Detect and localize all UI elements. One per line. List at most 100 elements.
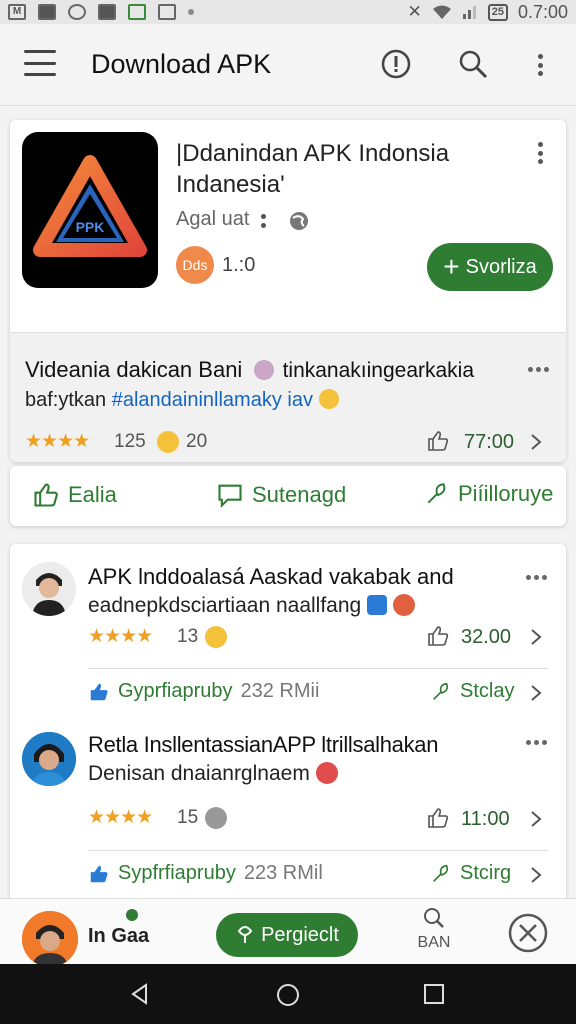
featured-count2: 20 [186, 431, 208, 452]
avatar[interactable] [22, 732, 76, 786]
back-icon[interactable] [128, 982, 152, 1006]
chevron-right-icon[interactable] [530, 628, 542, 646]
divider [88, 850, 548, 851]
overflow-menu-icon[interactable] [537, 54, 543, 76]
install-label: Svorliza [465, 255, 537, 278]
thumbs-up-icon[interactable] [426, 429, 450, 453]
share-icon [433, 682, 449, 700]
signal-icon [462, 6, 476, 19]
featured-title: Videania dakican Bani tinkanakıingearkak… [25, 357, 475, 382]
featured-section: Videania dakican Bani tinkanakıingearkak… [10, 332, 566, 462]
home-icon[interactable] [275, 982, 301, 1008]
review-price: 32.00 [461, 626, 512, 648]
battery-icon: 25 [487, 3, 508, 21]
clock: 0.7:00 [517, 1, 568, 22]
comment-button[interactable]: Sutenagd [216, 481, 346, 509]
review-body: Denisan dnaianrglnaem [88, 762, 338, 786]
share-label: Piíilloruye [458, 481, 554, 506]
avatar[interactable] [22, 562, 76, 616]
location-pin-icon [237, 926, 253, 943]
sub-meta: 232 RMii [240, 680, 320, 702]
action-bar: Ealia Sutenagd Piíilloruye [10, 466, 566, 526]
search-icon [424, 908, 444, 928]
sub-label[interactable]: Gyprfiapruby [118, 680, 233, 703]
app-developer: Agal uat [176, 208, 250, 230]
sub-label[interactable]: Sypfrfiapruby [118, 862, 236, 885]
review-count: 13 [177, 626, 199, 647]
app-card: PPK |Ddanindan APK Indonsia Indanesia' A… [10, 120, 566, 462]
featured-line2: baf:ytkan #alandaininllamaky iav [25, 389, 339, 412]
review-sub-row: Sypfrfiapruby 223 RMil [88, 862, 323, 885]
featured-more-icon[interactable] [528, 367, 549, 372]
globe-icon[interactable] [288, 210, 310, 232]
share-icon [427, 483, 446, 504]
app-bar: Download APK [0, 24, 576, 106]
share-button[interactable]: Piíilloruye [424, 481, 553, 507]
hashtag-link[interactable]: #alandaininllamaky iav [112, 389, 313, 411]
bottom-bar: In Gaa Pergieclt BAN [0, 898, 576, 967]
person-avatar-icon [22, 732, 76, 786]
like-button[interactable]: Ealia [32, 481, 117, 509]
blue-badge-icon [367, 595, 388, 615]
wifi-icon [432, 5, 451, 19]
search-tab[interactable]: BAN [412, 907, 456, 957]
developer-more-icon[interactable] [260, 214, 266, 228]
like-blue-icon[interactable] [88, 681, 110, 703]
like-icon [34, 483, 58, 507]
recents-icon[interactable] [423, 983, 445, 1005]
featured-count: 125 [114, 431, 146, 452]
reviews-card: APK lnddoalasá Aaskad vakabak and eadnep… [10, 544, 566, 904]
chevron-right-icon[interactable] [530, 866, 542, 884]
thumbs-up-icon[interactable] [426, 624, 450, 648]
thumbs-up-icon[interactable] [426, 806, 450, 830]
review-price: 11:00 [461, 808, 510, 830]
close-icon[interactable] [508, 913, 548, 953]
review-sub-action[interactable]: Stclay [430, 680, 514, 703]
install-button[interactable]: + Svorliza [427, 243, 553, 291]
review-stars: ★★★★ [88, 626, 153, 647]
menu-icon[interactable] [24, 50, 56, 76]
cat-emoji-icon [254, 360, 275, 380]
gmail-icon: M [8, 4, 26, 20]
review-body: eadnepkdsciartiaan naallfang [88, 594, 415, 618]
sync-icon [68, 4, 86, 20]
info-icon[interactable] [380, 48, 412, 80]
app-logo: PPK [22, 132, 158, 288]
face-emoji-icon [157, 431, 179, 453]
sub-meta: 223 RMil [243, 862, 323, 884]
review-count: 15 [177, 807, 199, 828]
chevron-right-icon[interactable] [530, 433, 542, 451]
review-sub-row: Gyprfiapruby 232 RMii [88, 680, 319, 703]
chevron-right-icon[interactable] [530, 684, 542, 702]
grin-emoji-icon [205, 626, 227, 648]
user-avatar[interactable] [22, 911, 78, 967]
red-emoji-icon [392, 594, 415, 616]
warning-icon [98, 4, 116, 20]
mute-icon: ✕ [407, 2, 422, 21]
plus-icon: + [443, 251, 460, 282]
app-rating: 1.:0 [222, 254, 256, 276]
app-overflow-icon[interactable] [537, 142, 543, 164]
like-blue-icon[interactable] [88, 863, 110, 885]
primary-button[interactable]: Pergieclt [216, 913, 358, 957]
share-icon [433, 864, 449, 882]
featured-price: 77:00 [464, 431, 515, 453]
review-stars: ★★★★ [88, 807, 153, 828]
person-avatar-icon [22, 562, 76, 616]
review-sub-action[interactable]: Stcirg [430, 862, 511, 885]
divider [88, 668, 548, 669]
online-indicator-icon [126, 909, 138, 921]
review-more-icon[interactable] [526, 740, 547, 745]
search-icon[interactable] [457, 48, 489, 80]
app-notification-icon [38, 4, 56, 20]
user-label[interactable]: In Gaa [88, 925, 149, 948]
comment-icon [218, 484, 242, 509]
review-title: APK lnddoalasá Aaskad vakabak and [88, 564, 454, 589]
person-avatar-icon [22, 911, 78, 967]
screenshot-icon [158, 4, 176, 20]
featured-stars: ★★★★ [25, 431, 90, 452]
review-more-icon[interactable] [526, 575, 547, 580]
search-tab-label: BAN [417, 934, 451, 951]
like-label: Ealia [68, 482, 117, 507]
chevron-right-icon[interactable] [530, 810, 542, 828]
